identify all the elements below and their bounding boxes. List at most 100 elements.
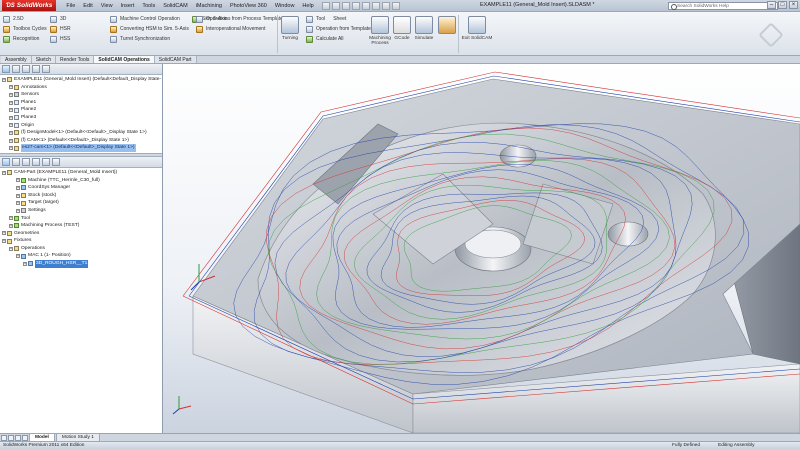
cam_tree-item[interactable]: + Operations (2, 245, 160, 253)
expand-toggle-icon[interactable]: + (16, 178, 20, 183)
new-icon[interactable] (321, 1, 330, 10)
feature_tree-item[interactable]: + es27-cam<1> (Default<<Default>_Display … (2, 144, 160, 152)
menu-file[interactable]: File (62, 3, 79, 9)
expand-toggle-icon[interactable]: + (9, 115, 13, 120)
expand-toggle-icon[interactable]: + (16, 254, 20, 259)
feature_tree-item[interactable]: + Annotations (2, 84, 160, 92)
tab-last-icon[interactable] (22, 434, 28, 441)
cam_tree-item[interactable]: + Machining Process (TEST) (2, 222, 160, 230)
expand-toggle-icon[interactable]: + (2, 239, 6, 244)
btn-ops-from-template[interactable]: Operations from Process Template (196, 14, 283, 24)
expand-toggle-icon[interactable]: + (16, 201, 20, 206)
graphics-viewport[interactable] (163, 64, 800, 433)
solidworks-logo[interactable]: ƊS SolidWorks (2, 0, 57, 11)
cam_tree-item[interactable]: + Target (target) (2, 199, 160, 207)
expand-toggle-icon[interactable]: + (9, 246, 13, 251)
minimize-icon[interactable]: – (767, 1, 776, 9)
cam_tree-item[interactable]: +3D_ROUGH_HSR__T1 (2, 260, 160, 268)
expand-toggle-icon[interactable]: + (2, 231, 6, 236)
close-icon[interactable]: × (789, 1, 798, 9)
menu-edit[interactable]: Edit (79, 3, 96, 9)
property-manager-tab-icon[interactable] (12, 65, 20, 73)
configuration-manager-tab-icon[interactable] (22, 65, 30, 73)
tab-sketch[interactable]: Sketch (31, 56, 56, 63)
dim-xpert-tab-icon[interactable] (32, 65, 40, 73)
cam_tree-item[interactable]: + CAM-Part (EXAMPLE11 (General_Mold Inser… (2, 169, 160, 177)
cam-tool-tab-icon[interactable] (12, 157, 20, 166)
feature_tree-item[interactable]: + Plane2 (2, 106, 160, 114)
feature_tree-item[interactable]: + Origin (2, 122, 160, 130)
feature_tree-item[interactable]: + (f) DesignModel<1> (Default<<Default>_D… (2, 129, 160, 137)
help-search-input[interactable]: Search SolidWorks Help (668, 2, 778, 10)
maximize-icon[interactable]: □ (778, 1, 787, 9)
btn-hsr[interactable]: HSR (50, 24, 71, 34)
cam_tree-item[interactable]: + Fixtures (2, 237, 160, 245)
menu-insert[interactable]: Insert (117, 3, 139, 9)
select-icon[interactable] (371, 1, 380, 10)
btn-turning[interactable]: Turning (273, 14, 307, 41)
cam-report-tab-icon[interactable] (42, 157, 50, 166)
btn-exit-solidcam[interactable]: Exit SolidCAM (460, 14, 494, 41)
feature_tree-item[interactable]: + EXAMPLE11 (General_Mold Insert) (Defaul… (2, 76, 161, 84)
tab-solidcam-operations[interactable]: SolidCAM Operations (94, 56, 155, 63)
expand-toggle-icon[interactable]: + (9, 92, 13, 97)
expand-toggle-icon[interactable]: + (2, 170, 6, 175)
cam_tree-item[interactable]: + Machine (TTC_Hermle_C30_full) (2, 177, 160, 185)
feature-manager-tab-icon[interactable] (2, 65, 10, 73)
btn-toolbox-cycles[interactable]: Toolbox Cycles (3, 24, 47, 34)
tab-scroll-left-icon[interactable] (1, 434, 7, 441)
expand-toggle-icon[interactable]: + (9, 85, 13, 90)
tab-scroll-right-icon[interactable] (8, 434, 14, 441)
feature_tree-item[interactable]: + Plane1 (2, 99, 160, 107)
btn-hss[interactable]: HSS (50, 34, 71, 44)
cam_tree-item[interactable]: + MAC 1 (1- Position) (2, 252, 160, 260)
tab-assembly[interactable]: Assembly (1, 56, 32, 63)
btn-machine-control[interactable]: Machine Control Operation (110, 14, 189, 24)
save-icon[interactable] (341, 1, 350, 10)
cam_tree-item[interactable]: + Tool (2, 215, 160, 223)
cam_tree-item[interactable]: + Settings (2, 207, 160, 215)
expand-toggle-icon[interactable]: + (9, 138, 13, 143)
tab-solidcam-part[interactable]: SolidCAM Part (154, 56, 197, 63)
expand-toggle-icon[interactable]: + (2, 77, 6, 82)
expand-toggle-icon[interactable]: + (9, 146, 13, 151)
btn-2.5d[interactable]: 2.5D (3, 14, 47, 24)
expand-toggle-icon[interactable]: + (9, 108, 13, 113)
cam-settings-tab-icon[interactable] (22, 157, 30, 166)
open-icon[interactable] (331, 1, 340, 10)
cam_tree-item[interactable]: + Stock (stock) (2, 192, 160, 200)
expand-toggle-icon[interactable]: + (9, 216, 13, 221)
print-icon[interactable] (351, 1, 360, 10)
cam-manager-tab-icon[interactable] (2, 157, 10, 166)
feature_tree-item[interactable]: + (f) CAM<1> (Default<<Default>_Display S… (2, 137, 160, 145)
options-icon[interactable] (391, 1, 400, 10)
btn-converting-hsm[interactable]: Converting HSM to Sim. 5-Axis (110, 24, 189, 34)
menu-photoview[interactable]: PhotoView 360 (226, 3, 271, 9)
btn-3d[interactable]: 3D (50, 14, 71, 24)
tab-first-icon[interactable] (15, 434, 21, 441)
btn-interoperational[interactable]: Interoperational Movement (196, 24, 283, 34)
cam_tree-item[interactable]: + CoordSys Manager (2, 184, 160, 192)
rebuild-icon[interactable] (381, 1, 390, 10)
btn-recognition[interactable]: Recognition (3, 34, 47, 44)
expand-toggle-icon[interactable]: + (9, 223, 13, 228)
btn-calculate-all[interactable]: Calculate All (306, 34, 371, 44)
feature_tree-item[interactable]: + Sensors (2, 91, 160, 99)
undo-icon[interactable] (361, 1, 370, 10)
menu-solidcam[interactable]: SolidCAM (159, 3, 191, 9)
expand-toggle-icon[interactable]: + (9, 100, 13, 105)
display-manager-tab-icon[interactable] (42, 65, 50, 73)
btn-sheet[interactable]: Sheet (333, 16, 346, 22)
menu-imachining[interactable]: iMachining (192, 3, 226, 9)
expand-toggle-icon[interactable]: + (16, 208, 20, 213)
expand-toggle-icon[interactable]: + (16, 193, 20, 198)
mold-insert-model[interactable] (163, 64, 800, 433)
btn-tool[interactable]: Tool Sheet (306, 14, 371, 24)
expand-toggle-icon[interactable]: + (23, 261, 27, 266)
btn-turret-sync[interactable]: Turret Synchronization (110, 34, 189, 44)
menu-window[interactable]: Window (271, 3, 299, 9)
expand-toggle-icon[interactable]: + (9, 130, 13, 135)
cam-template-tab-icon[interactable] (32, 157, 40, 166)
expand-toggle-icon[interactable]: + (16, 185, 20, 190)
tab-render-tools[interactable]: Render Tools (55, 56, 95, 63)
